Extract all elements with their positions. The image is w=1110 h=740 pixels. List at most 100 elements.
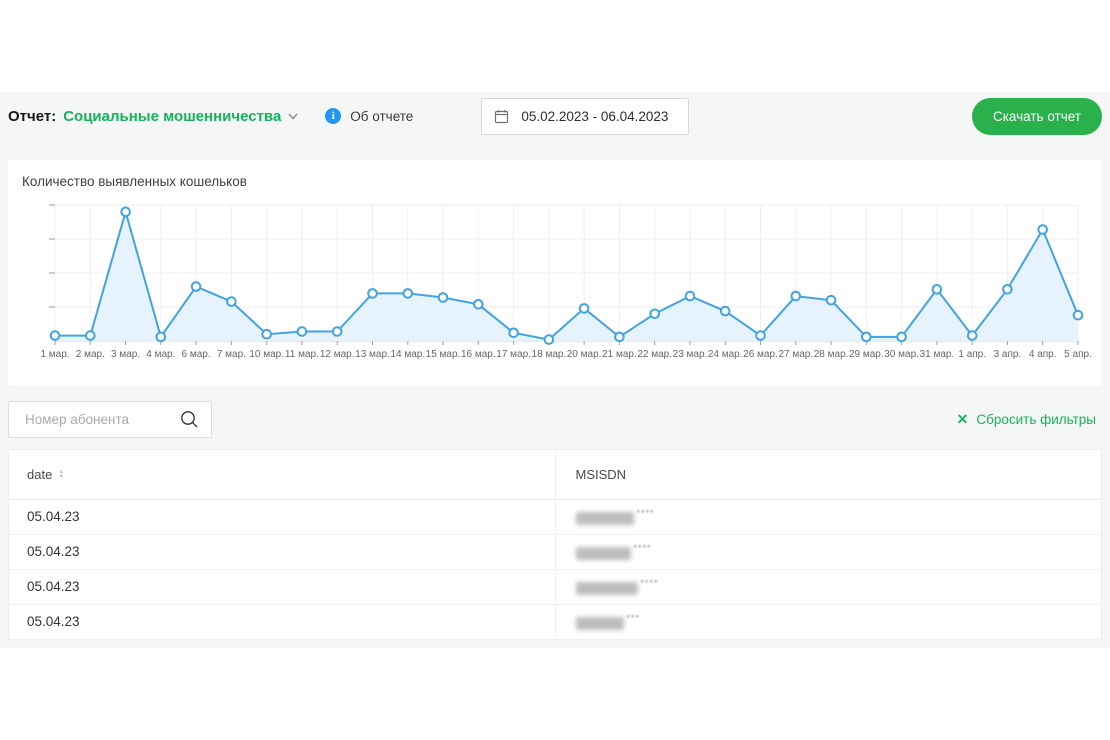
data-point[interactable] <box>968 331 977 340</box>
cell-date: 05.04.23 <box>9 499 555 534</box>
filter-row: ✕ Сбросить фильтры <box>8 401 1102 438</box>
data-point[interactable] <box>792 292 801 301</box>
svg-text:27 мар.: 27 мар. <box>778 349 813 360</box>
sort-icon[interactable]: ▲▼ <box>58 470 64 480</box>
data-point[interactable] <box>509 329 518 338</box>
report-toolbar: Отчет: Социальные мошенничества i Об отч… <box>8 92 1102 140</box>
data-point[interactable] <box>933 285 942 294</box>
svg-text:23 мар.: 23 мар. <box>673 349 708 360</box>
svg-text:3 мар.: 3 мар. <box>111 349 140 360</box>
subscriber-search-input[interactable] <box>23 411 179 428</box>
data-point[interactable] <box>1074 311 1083 320</box>
data-point[interactable] <box>262 330 271 339</box>
masked-msisdn-suffix: **** <box>641 578 659 588</box>
data-point[interactable] <box>827 296 836 305</box>
svg-text:16 мар.: 16 мар. <box>461 349 496 360</box>
svg-text:17 мар.: 17 мар. <box>496 349 531 360</box>
svg-text:13 мар.: 13 мар. <box>355 349 390 360</box>
data-point[interactable] <box>227 297 236 306</box>
svg-text:7 мар.: 7 мар. <box>217 349 246 360</box>
cell-msisdn-masked: **** <box>555 569 1101 604</box>
report-label: Отчет: <box>8 108 56 125</box>
svg-text:30 мар.: 30 мар. <box>884 349 919 360</box>
svg-text:11 мар.: 11 мар. <box>285 349 319 360</box>
svg-text:2 мар.: 2 мар. <box>76 349 105 360</box>
data-point[interactable] <box>404 289 413 298</box>
info-icon: i <box>325 108 341 124</box>
svg-text:18 мар.: 18 мар. <box>532 349 567 360</box>
masked-msisdn-suffix: *** <box>627 613 641 623</box>
data-point[interactable] <box>121 208 130 217</box>
table-row: 05.04.23 *** <box>9 604 1101 639</box>
data-point[interactable] <box>897 333 906 342</box>
data-point[interactable] <box>192 282 201 291</box>
reset-filters-button[interactable]: ✕ Сбросить фильтры <box>957 411 1096 428</box>
subscriber-search-box <box>8 401 212 438</box>
svg-text:12 мар.: 12 мар. <box>320 349 355 360</box>
data-point[interactable] <box>474 300 483 309</box>
svg-text:6 мар.: 6 мар. <box>182 349 211 360</box>
svg-text:10 мар.: 10 мар. <box>249 349 284 360</box>
column-header-date[interactable]: date ▲▼ <box>9 450 555 499</box>
data-point[interactable] <box>1003 285 1012 294</box>
about-report-label: Об отчете <box>350 109 413 124</box>
reset-filters-label: Сбросить фильтры <box>976 412 1096 427</box>
column-header-msisdn-label: MSISDN <box>576 467 627 482</box>
cell-date: 05.04.23 <box>9 604 555 639</box>
svg-text:28 мар.: 28 мар. <box>814 349 849 360</box>
masked-msisdn-blob <box>576 617 624 630</box>
report-selector: Отчет: Социальные мошенничества <box>8 108 299 125</box>
data-point[interactable] <box>862 333 871 342</box>
svg-text:24 мар.: 24 мар. <box>708 349 743 360</box>
data-point[interactable] <box>580 304 589 313</box>
chevron-down-icon[interactable] <box>287 110 299 122</box>
chart-title: Количество выявленных кошельков <box>22 174 1102 189</box>
date-range-picker[interactable]: 05.02.2023 - 06.04.2023 <box>481 98 689 135</box>
svg-text:3 апр.: 3 апр. <box>994 349 1022 360</box>
svg-text:1 мар.: 1 мар. <box>40 349 69 360</box>
cell-date: 05.04.23 <box>9 569 555 604</box>
masked-msisdn-suffix: **** <box>637 508 655 518</box>
masked-msisdn-blob <box>576 582 638 595</box>
svg-text:15 мар.: 15 мар. <box>426 349 461 360</box>
wallets-line-chart[interactable]: 1 мар.2 мар.3 мар.4 мар.6 мар.7 мар.10 м… <box>8 197 1102 370</box>
svg-text:21 мар.: 21 мар. <box>602 349 637 360</box>
calendar-icon <box>494 109 509 124</box>
table-row: 05.04.23 **** <box>9 534 1101 569</box>
column-header-date-label: date <box>27 467 52 482</box>
date-range-value: 05.02.2023 - 06.04.2023 <box>521 109 668 124</box>
svg-text:1 апр.: 1 апр. <box>958 349 986 360</box>
data-point[interactable] <box>298 327 307 336</box>
about-report-link[interactable]: i Об отчете <box>325 108 413 124</box>
data-point[interactable] <box>756 331 765 340</box>
svg-text:26 мар.: 26 мар. <box>743 349 778 360</box>
search-icon[interactable] <box>179 409 200 430</box>
table-row: 05.04.23 **** <box>9 569 1101 604</box>
cell-msisdn-masked: **** <box>555 499 1101 534</box>
data-point[interactable] <box>686 292 695 301</box>
data-point[interactable] <box>439 293 448 302</box>
data-point[interactable] <box>333 327 342 336</box>
data-point[interactable] <box>721 307 730 316</box>
download-report-button[interactable]: Скачать отчет <box>972 98 1102 135</box>
svg-text:14 мар.: 14 мар. <box>390 349 425 360</box>
data-point[interactable] <box>1038 225 1047 234</box>
data-point[interactable] <box>368 289 377 298</box>
data-point[interactable] <box>650 310 659 319</box>
svg-text:4 апр.: 4 апр. <box>1029 349 1057 360</box>
data-point[interactable] <box>51 331 60 340</box>
masked-msisdn-suffix: **** <box>634 543 652 553</box>
data-point[interactable] <box>615 333 624 342</box>
masked-msisdn-blob <box>576 547 631 560</box>
data-point[interactable] <box>157 333 166 342</box>
top-whitespace <box>0 0 1110 92</box>
app-window: Отчет: Социальные мошенничества i Об отч… <box>0 0 1110 740</box>
cell-date: 05.04.23 <box>9 534 555 569</box>
report-type-dropdown[interactable]: Социальные мошенничества <box>63 108 281 125</box>
content-area: Отчет: Социальные мошенничества i Об отч… <box>0 92 1110 648</box>
data-point[interactable] <box>86 331 95 340</box>
column-header-msisdn: MSISDN <box>555 450 1101 499</box>
svg-text:29 мар.: 29 мар. <box>849 349 884 360</box>
results-table-card: date▲▼ MSISDN 05.04.23****05.04.23****05… <box>8 449 1102 640</box>
data-point[interactable] <box>545 335 554 344</box>
